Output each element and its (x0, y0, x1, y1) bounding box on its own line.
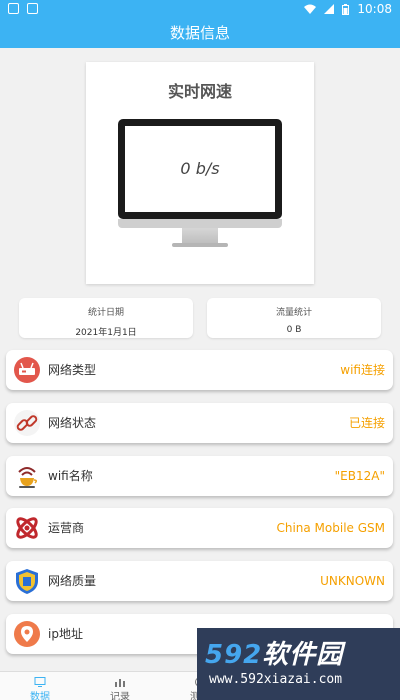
monitor-icon (34, 677, 46, 687)
page-title: 数据信息 (0, 18, 400, 48)
row-label: 网络状态 (48, 416, 97, 430)
speed-card-title: 实时网速 (167, 82, 232, 101)
stat-label: 流量统计 (275, 308, 312, 318)
row-network-status[interactable]: 网络状态 已连接 (6, 403, 393, 443)
row-label: 网络质量 (48, 574, 97, 588)
clock: 10:08 (357, 2, 392, 16)
nav-tab-data[interactable]: 数据 (0, 672, 80, 700)
speed-value: 0 b/s (180, 159, 220, 178)
stat-traffic-card: 流量统计 0 B (207, 298, 381, 338)
row-value: China Mobile GSM (276, 521, 385, 535)
stat-value: 0 B (286, 325, 302, 335)
mobile-signal-icon (324, 4, 335, 14)
wifi-cup-icon (18, 467, 38, 488)
row-operator[interactable]: 运营商 China Mobile GSM (6, 508, 393, 548)
notification-icon (8, 3, 19, 14)
nav-tab-label: 数据 (30, 692, 50, 700)
watermark-overlay: 592软件园 www.592xiazai.com (197, 628, 400, 700)
row-label: 网络类型 (48, 363, 97, 377)
row-value: wifi连接 (340, 363, 385, 377)
row-network-quality[interactable]: 网络质量 UNKNOWN (6, 561, 393, 601)
row-wifi-name[interactable]: wifi名称 "EB12A" (6, 456, 393, 496)
china-mobile-icon (16, 517, 38, 539)
row-value: "EB12A" (334, 469, 385, 483)
stat-date-card: 统计日期 2021年1月1日 (19, 298, 193, 338)
bar-chart-icon (115, 679, 125, 687)
notification-icon (27, 3, 38, 14)
row-value: 已连接 (348, 416, 385, 430)
row-network-type[interactable]: 网络类型 wifi连接 (6, 350, 393, 390)
chain-link-icon (14, 410, 40, 436)
row-label: wifi名称 (48, 469, 93, 483)
wifi-signal-icon (304, 4, 317, 14)
location-pin-icon (14, 621, 40, 647)
quality-shield-icon (16, 569, 38, 594)
monitor-icon: 0 b/s (118, 119, 282, 251)
watermark-url: www.592xiazai.com (209, 672, 343, 687)
stat-value: 2021年1月1日 (75, 328, 137, 338)
realtime-speed-card: 实时网速 0 b/s (86, 62, 314, 284)
watermark-logo: 592软件园 (205, 640, 344, 670)
row-value: UNKNOWN (320, 574, 385, 588)
row-label: 运营商 (48, 521, 85, 535)
status-bar: 10:08 (0, 0, 400, 18)
nav-tab-records[interactable]: 记录 (80, 672, 160, 700)
router-icon (14, 357, 40, 383)
nav-tab-label: 记录 (110, 692, 130, 700)
battery-icon (342, 3, 350, 15)
stat-label: 统计日期 (87, 308, 124, 318)
row-label: ip地址 (48, 627, 83, 641)
